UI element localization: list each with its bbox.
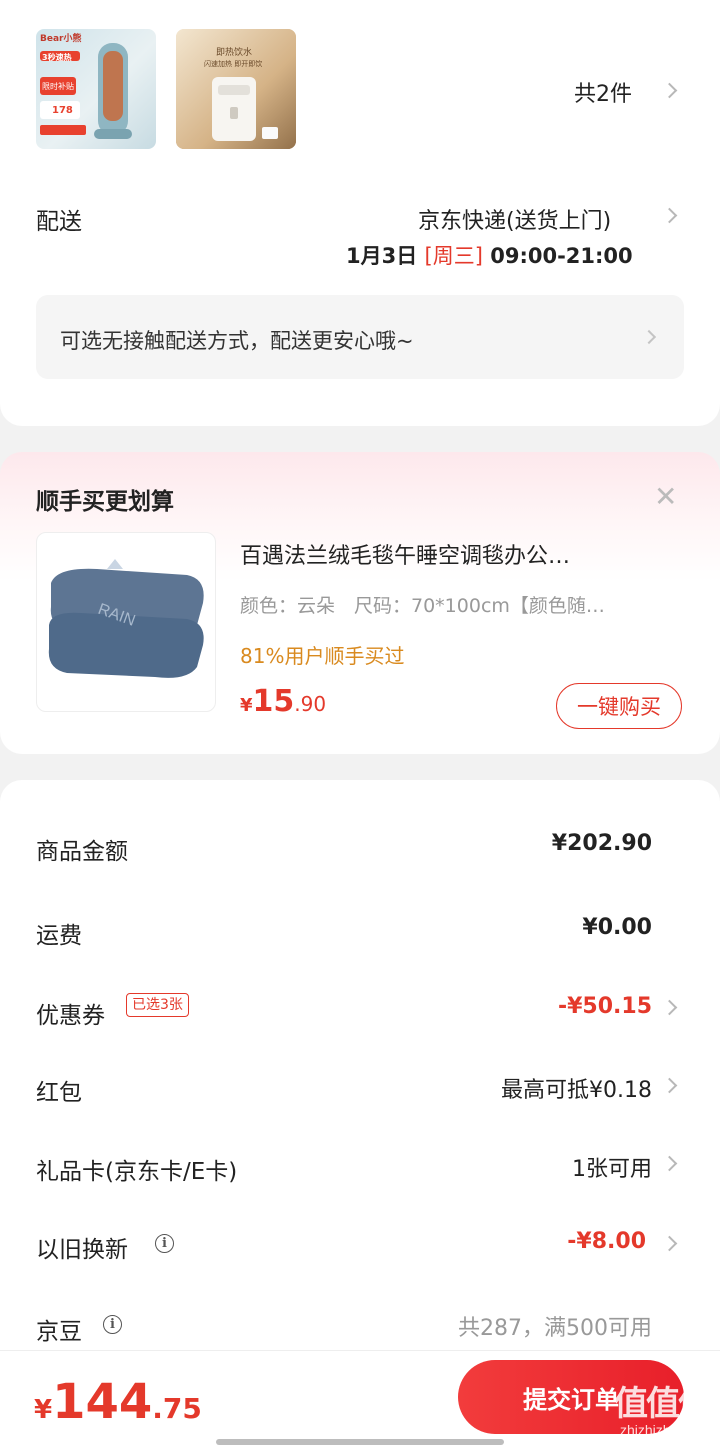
goods-amount-value: ¥202.90 <box>551 831 652 856</box>
delivery-weekday: [周三] <box>424 244 483 268</box>
product-thumbnail-heater[interactable]: Bear小熊 3秒速热 限时补贴 178 <box>36 29 156 149</box>
addon-social-proof: 81%用户顺手买过 <box>240 644 405 668</box>
price-decimal: .90 <box>294 692 327 716</box>
total-price-decimal: .75 <box>152 1392 202 1425</box>
delivery-time[interactable]: 1月3日 [周三] 09:00-21:00 <box>346 240 633 270</box>
delivery-method[interactable]: 京东快递(送货上门) <box>418 203 611 235</box>
addon-product-image[interactable]: RAIN <box>36 532 216 712</box>
shipping-fee-label: 运费 <box>36 923 82 949</box>
notice-text: 可选无接触配送方式，配送更安心哦~ <box>60 329 414 353</box>
thumb-badge: 3秒速热 <box>42 53 72 62</box>
thumb-price: 178 <box>52 105 73 116</box>
trade-in-label: 以旧换新 <box>36 1237 128 1263</box>
total-price: ¥144.75 <box>34 1374 202 1430</box>
product-thumbnail-dispenser[interactable]: 即热饮水 闪速加热 即开即饮 <box>176 29 296 149</box>
jd-beans-value: 共287，满500可用 <box>458 1316 652 1341</box>
order-goods-card: Bear小熊 3秒速热 限时补贴 178 即热饮水 闪速加热 即开即饮 共2件 … <box>0 0 720 426</box>
delivery-label: 配送 <box>36 209 82 235</box>
gift-card-value[interactable]: 1张可用 <box>572 1151 652 1183</box>
coupon-value[interactable]: -¥50.15 <box>558 994 652 1019</box>
thumb-caption-sub: 闪速加热 即开即饮 <box>204 60 263 68</box>
contactless-delivery-notice[interactable]: 可选无接触配送方式，配送更安心哦~ <box>36 295 684 379</box>
addon-product-spec: 颜色：云朵 尺码：70*100cm【颜色随… <box>240 595 605 617</box>
goods-count[interactable]: 共2件 <box>574 76 632 108</box>
thumb-caption: 即热饮水 <box>216 48 253 58</box>
trade-in-value[interactable]: -¥8.00 <box>567 1229 646 1254</box>
price-summary-card <box>0 780 720 1448</box>
watermark-glyphs: 值值值 <box>614 1385 712 1423</box>
blanket-image: RAIN <box>48 559 204 678</box>
home-indicator <box>216 1439 504 1445</box>
price-symbol: ¥ <box>240 695 253 716</box>
chevron-right-icon <box>641 329 657 345</box>
gift-card-label: 礼品卡(京东卡/E卡) <box>36 1159 238 1185</box>
addon-product-name[interactable]: 百遇法兰绒毛毯午睡空调毯办公… <box>240 538 570 570</box>
shipping-fee-value: ¥0.00 <box>582 915 652 940</box>
delivery-date: 1月3日 <box>346 244 418 268</box>
jd-beans-label: 京豆 <box>36 1319 82 1345</box>
total-price-symbol: ¥ <box>34 1395 53 1425</box>
close-icon[interactable]: ✕ <box>654 480 677 513</box>
one-click-buy-button[interactable]: 一键购买 <box>556 683 682 729</box>
brand-logo-text: Bear小熊 <box>40 34 82 44</box>
delivery-window: 09:00-21:00 <box>490 244 633 268</box>
coupon-label: 优惠券 <box>36 1003 105 1029</box>
addon-title: 顺手买更划算 <box>36 489 174 515</box>
chevron-right-icon <box>661 82 678 99</box>
red-packet-value[interactable]: 最高可抵¥0.18 <box>501 1072 652 1104</box>
addon-price: ¥15.90 <box>240 684 326 719</box>
coupon-selected-tag: 已选3张 <box>126 993 189 1017</box>
watermark-domain: zhizhizhi.com <box>619 1422 705 1438</box>
total-price-integer: 144 <box>52 1374 153 1430</box>
info-icon[interactable]: i <box>103 1315 122 1334</box>
red-packet-label: 红包 <box>36 1080 82 1106</box>
price-integer: 15 <box>252 684 295 719</box>
site-watermark: 值值值 zhizhizhi.com <box>614 1385 712 1438</box>
info-icon[interactable]: i <box>155 1234 174 1253</box>
goods-amount-label: 商品金额 <box>36 839 128 865</box>
thumb-promo: 限时补贴 <box>42 82 74 91</box>
chevron-right-icon <box>661 207 678 224</box>
